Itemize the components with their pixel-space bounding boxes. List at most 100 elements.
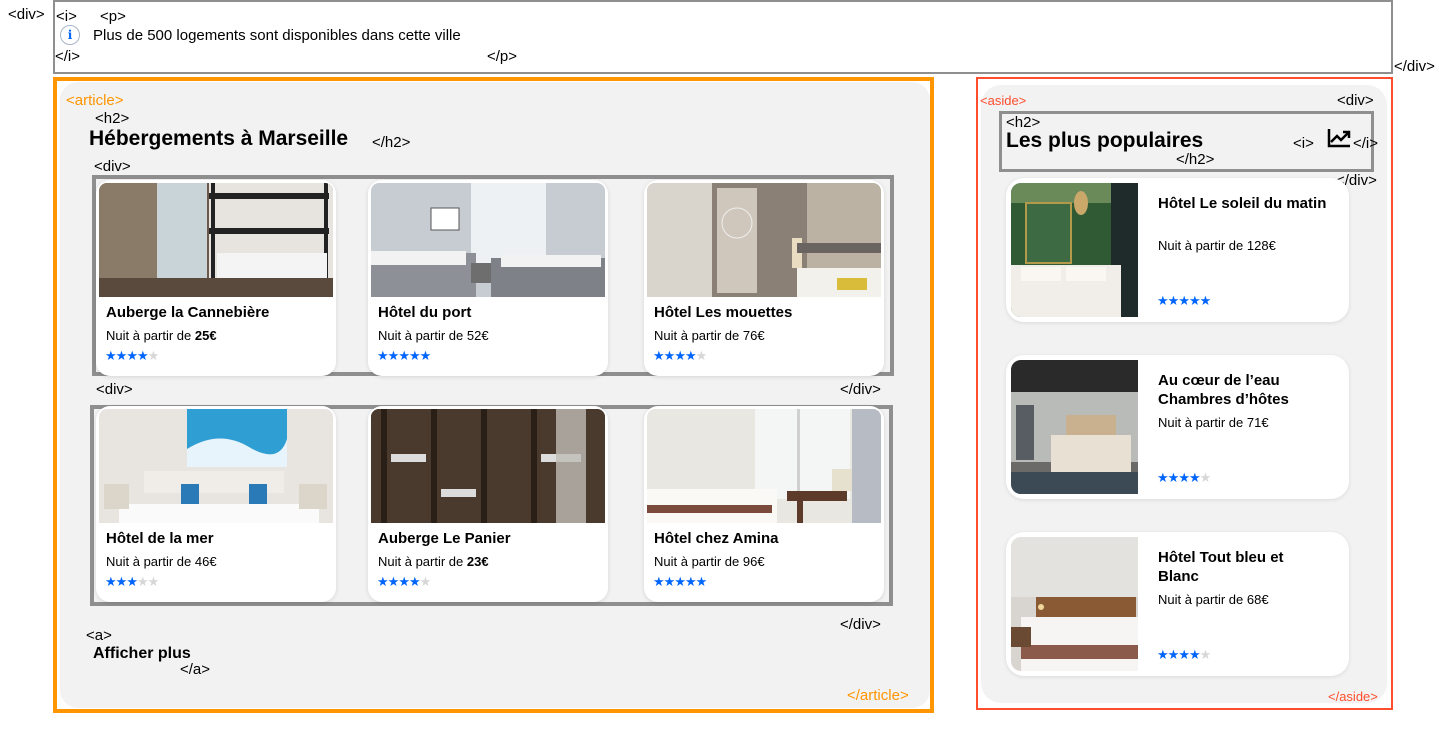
popular-photo: [1011, 537, 1138, 671]
star-filled-icon: ★: [408, 574, 421, 589]
info-text: Plus de 500 logements sont disponibles d…: [93, 27, 461, 44]
star-filled-icon: ★: [105, 574, 117, 589]
star-filled-icon: ★: [377, 348, 389, 363]
article-close-tag: </article>: [847, 687, 909, 704]
a-open-tag: <a>: [86, 627, 112, 644]
star-filled-icon: ★: [674, 574, 686, 589]
info-icon: i: [60, 25, 80, 45]
star-filled-icon: ★: [1199, 293, 1212, 308]
star-empty-icon: ★: [695, 348, 708, 363]
rating-stars: ★★★★★: [377, 574, 432, 590]
lodging-price: Nuit à partir de 96€: [654, 554, 765, 569]
lodging-price: Nuit à partir de 23€: [378, 554, 489, 569]
star-empty-icon: ★: [147, 574, 160, 589]
star-empty-icon: ★: [419, 574, 432, 589]
popular-name: Hôtel Tout bleu et Blanc: [1158, 549, 1284, 585]
popular-price: Nuit à partir de 71€: [1158, 415, 1269, 430]
lodging-card[interactable]: Auberge Le Panier Nuit à partir de 23€ ★★★…: [368, 406, 608, 602]
lodging-name: Hôtel Les mouettes: [654, 304, 793, 321]
rating-stars: ★★★★★: [653, 348, 708, 364]
rating-stars: ★★★★★: [653, 574, 708, 590]
star-filled-icon: ★: [1167, 647, 1180, 662]
star-filled-icon: ★: [1178, 647, 1190, 662]
aside-close-tag: </aside>: [1328, 689, 1378, 704]
star-filled-icon: ★: [1188, 470, 1201, 485]
lodging-price: Nuit à partir de 46€: [106, 554, 217, 569]
star-filled-icon: ★: [674, 348, 686, 363]
star-filled-icon: ★: [115, 348, 128, 363]
lodging-price: Nuit à partir de 25€: [106, 328, 217, 343]
rating-stars: ★★★★★: [1157, 470, 1211, 486]
star-filled-icon: ★: [126, 574, 138, 589]
star-filled-icon: ★: [136, 348, 149, 363]
star-filled-icon: ★: [398, 348, 410, 363]
i-close-tag: </i>: [1353, 135, 1379, 152]
star-filled-icon: ★: [387, 574, 400, 589]
rating-stars: ★★★★★: [1157, 647, 1212, 663]
star-empty-icon: ★: [136, 574, 149, 589]
lodging-price: Nuit à partir de 76€: [654, 328, 765, 343]
popular-card[interactable]: Hôtel Le soleil du matin Nuit à partir de…: [1006, 178, 1349, 322]
star-filled-icon: ★: [1188, 293, 1201, 308]
div-close-tag: </div>: [1394, 58, 1435, 75]
h2-open-tag: <h2>: [95, 110, 130, 127]
div-open-tag: <div>: [94, 158, 131, 175]
popular-price: Nuit à partir de 68€: [1158, 592, 1269, 607]
star-filled-icon: ★: [1157, 647, 1169, 662]
star-filled-icon: ★: [408, 348, 421, 363]
div-close-tag: </div>: [840, 381, 881, 398]
lodging-card[interactable]: Hôtel Les mouettes Nuit à partir de 76€ ★★…: [644, 180, 884, 376]
star-filled-icon: ★: [684, 348, 697, 363]
aside-open-tag: <aside>: [980, 93, 1027, 108]
rating-stars: ★★★★★: [1157, 293, 1212, 309]
rating-stars: ★★★★★: [377, 348, 432, 364]
lodging-name: Hôtel chez Amina: [654, 530, 779, 547]
star-filled-icon: ★: [1157, 470, 1169, 485]
star-filled-icon: ★: [377, 574, 389, 589]
i-open-tag: <i>: [56, 8, 77, 25]
star-filled-icon: ★: [1178, 470, 1190, 485]
star-filled-icon: ★: [398, 574, 410, 589]
lodging-name: Hôtel du port: [378, 304, 472, 321]
lodging-card[interactable]: Hôtel du port Nuit à partir de 52€ ★★★★★: [368, 180, 608, 376]
show-more-link[interactable]: Afficher plus: [93, 645, 191, 663]
star-filled-icon: ★: [695, 574, 708, 589]
star-filled-icon: ★: [419, 348, 432, 363]
lodging-photo: [371, 183, 605, 297]
lodging-price: Nuit à partir de 52€: [378, 328, 489, 343]
star-filled-icon: ★: [653, 348, 665, 363]
lodging-card[interactable]: Auberge la Cannebière Nuit à partir de 25…: [96, 180, 336, 376]
aside-title: Les plus populaires: [1006, 129, 1204, 152]
star-empty-icon: ★: [147, 348, 160, 363]
a-close-tag: </a>: [180, 661, 211, 678]
popular-card[interactable]: Au cœur de l’eau Chambres d’hôtes Nuit à …: [1006, 355, 1349, 499]
star-filled-icon: ★: [684, 574, 697, 589]
lodging-card[interactable]: Hôtel chez Amina Nuit à partir de 96€ ★★★★…: [644, 406, 884, 602]
lodging-photo: [647, 409, 881, 523]
star-filled-icon: ★: [653, 574, 665, 589]
popular-card[interactable]: Hôtel Tout bleu et Blanc Nuit à partir de…: [1006, 532, 1349, 676]
rating-stars: ★★★★★: [105, 348, 160, 364]
popular-photo: [1011, 360, 1138, 494]
star-filled-icon: ★: [126, 348, 138, 363]
star-filled-icon: ★: [387, 348, 400, 363]
div-open-tag: <div>: [8, 6, 45, 23]
div-close-tag: </div>: [840, 616, 881, 633]
star-filled-icon: ★: [1188, 647, 1201, 662]
div-open-tag: <div>: [1337, 92, 1374, 109]
p-close-tag: </p>: [487, 48, 518, 65]
star-empty-icon: ★: [1199, 647, 1212, 662]
popular-price: Nuit à partir de 128€: [1158, 238, 1276, 253]
rating-stars: ★★★★★: [105, 574, 160, 590]
lodging-name: Auberge Le Panier: [378, 530, 511, 547]
star-filled-icon: ★: [1167, 470, 1180, 485]
div-open-tag: <div>: [96, 381, 133, 398]
article-open-tag: <article>: [66, 92, 124, 109]
lodging-photo: [371, 409, 605, 523]
lodging-card[interactable]: Hôtel de la mer Nuit à partir de 46€ ★★★★★: [96, 406, 336, 602]
lodging-name: Auberge la Cannebière: [106, 304, 270, 321]
star-filled-icon: ★: [1157, 293, 1169, 308]
p-open-tag: <p>: [100, 8, 126, 25]
star-filled-icon: ★: [663, 348, 676, 363]
star-filled-icon: ★: [1178, 293, 1190, 308]
